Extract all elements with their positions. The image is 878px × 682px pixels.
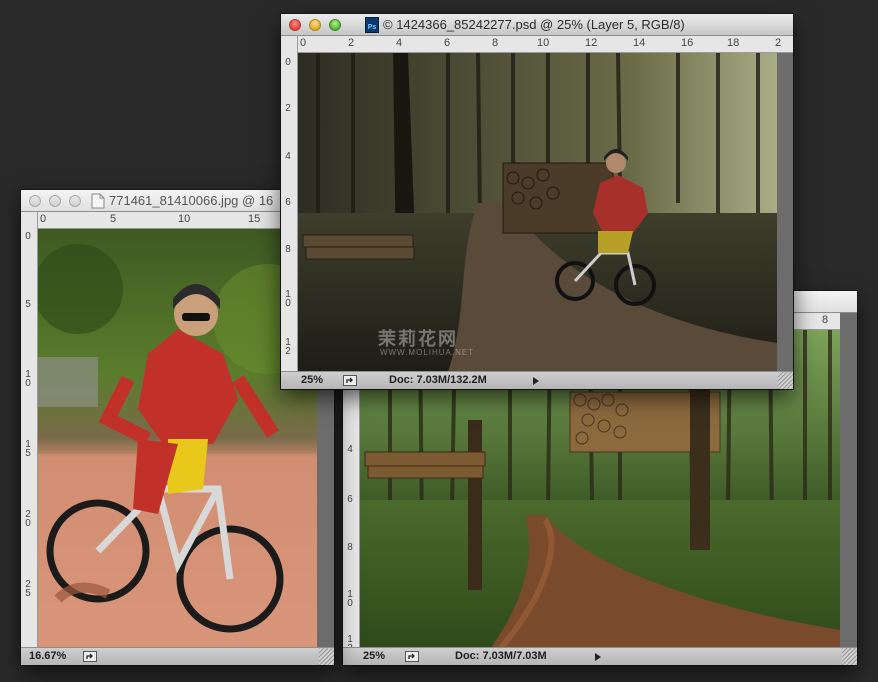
minimize-button[interactable] <box>309 19 321 31</box>
forest-status-bar: 25% Doc: 7.03M/7.03M <box>343 647 857 665</box>
ruler-tick: 6 <box>347 494 353 505</box>
ruler-tick: 16 <box>681 37 694 49</box>
minimize-button[interactable] <box>49 195 61 207</box>
ruler-tick: 8 <box>285 244 291 255</box>
ruler-tick: 6 <box>285 197 291 208</box>
ruler-tick: 8 <box>347 542 353 553</box>
bike-status-bar: 16.67% <box>21 647 334 665</box>
vertical-ruler[interactable]: 0 2 4 6 8 1 0 1 2 <box>281 36 298 372</box>
zoom-level[interactable]: 16.67% <box>29 650 66 662</box>
document-proxy-icon[interactable] <box>91 193 105 209</box>
ruler-tick: 0 <box>40 213 47 225</box>
zoom-button[interactable] <box>69 195 81 207</box>
ruler-tick: 2 <box>348 37 355 49</box>
ruler-tick: 2 <box>775 37 782 49</box>
document-size-info[interactable]: Doc: 7.03M/132.2M <box>389 374 487 386</box>
ruler-tick: 0 <box>285 57 291 68</box>
ruler-tick: 10 <box>178 213 191 225</box>
close-button[interactable] <box>29 195 41 207</box>
photoshop-file-icon[interactable]: Ps <box>365 17 379 33</box>
ruler-tick: 15 <box>248 213 261 225</box>
ruler-tick: 2 0 <box>25 509 31 529</box>
ruler-tick: 2 5 <box>25 579 31 599</box>
ruler-tick: 12 <box>585 37 598 49</box>
window-title: © 1424366_85242277.psd @ 25% (Layer 5, R… <box>383 17 685 32</box>
close-button[interactable] <box>289 19 301 31</box>
ruler-tick: 14 <box>633 37 646 49</box>
resize-grip[interactable] <box>778 372 793 389</box>
share-icon[interactable] <box>405 651 419 662</box>
ruler-tick: 5 <box>110 213 117 225</box>
horizontal-ruler[interactable]: 0 2 4 6 8 10 12 14 16 18 2 <box>298 36 793 53</box>
ruler-tick: 8 <box>822 314 829 326</box>
resize-grip[interactable] <box>319 648 334 665</box>
ruler-tick: 4 <box>347 444 353 455</box>
watermark-url: WWW.MOLIHUA.NET <box>380 348 475 357</box>
psd-status-bar: 25% Doc: 7.03M/132.2M <box>281 371 793 389</box>
zoom-button[interactable] <box>329 19 341 31</box>
ruler-tick: 18 <box>727 37 740 49</box>
svg-text:Ps: Ps <box>368 24 377 31</box>
ruler-tick: 0 <box>25 231 31 242</box>
zoom-level[interactable]: 25% <box>363 650 385 662</box>
mountain-biker-photo <box>38 229 317 648</box>
ruler-tick: 10 <box>537 37 550 49</box>
ruler-tick: 1 0 <box>347 589 353 609</box>
document-size-info[interactable]: Doc: 7.03M/7.03M <box>455 650 547 662</box>
ruler-tick: 1 2 <box>285 337 291 357</box>
psd-window-titlebar[interactable]: Ps © 1424366_85242277.psd @ 25% (Layer 5… <box>281 14 793 36</box>
ruler-tick: 8 <box>492 37 499 49</box>
ruler-tick: 1 5 <box>25 439 31 459</box>
resize-grip[interactable] <box>842 648 857 665</box>
ruler-tick: 4 <box>396 37 403 49</box>
ruler-tick: 6 <box>444 37 451 49</box>
bike-photo-canvas[interactable] <box>38 229 317 648</box>
vertical-ruler[interactable]: 0 5 1 0 1 5 2 0 2 5 <box>21 212 38 648</box>
share-icon[interactable] <box>83 651 97 662</box>
window-controls <box>29 195 81 207</box>
psd-document-window[interactable]: Ps © 1424366_85242277.psd @ 25% (Layer 5… <box>281 14 793 389</box>
ruler-tick: 2 <box>285 103 291 114</box>
ruler-tick: 5 <box>25 299 31 310</box>
status-menu-arrow-icon[interactable] <box>595 653 601 661</box>
ruler-tick: 0 <box>300 37 307 49</box>
window-title: 771461_81410066.jpg @ 16 <box>109 193 274 208</box>
composite-forest-biker-photo <box>298 53 777 372</box>
zoom-level[interactable]: 25% <box>301 374 323 386</box>
ruler-tick: 1 0 <box>285 289 291 309</box>
ruler-tick: 4 <box>285 151 291 162</box>
share-icon[interactable] <box>343 375 357 386</box>
window-controls <box>289 19 341 31</box>
ruler-tick: 1 0 <box>25 369 31 389</box>
status-menu-arrow-icon[interactable] <box>533 377 539 385</box>
psd-photo-canvas[interactable]: 茉莉花网 WWW.MOLIHUA.NET <box>298 53 777 372</box>
